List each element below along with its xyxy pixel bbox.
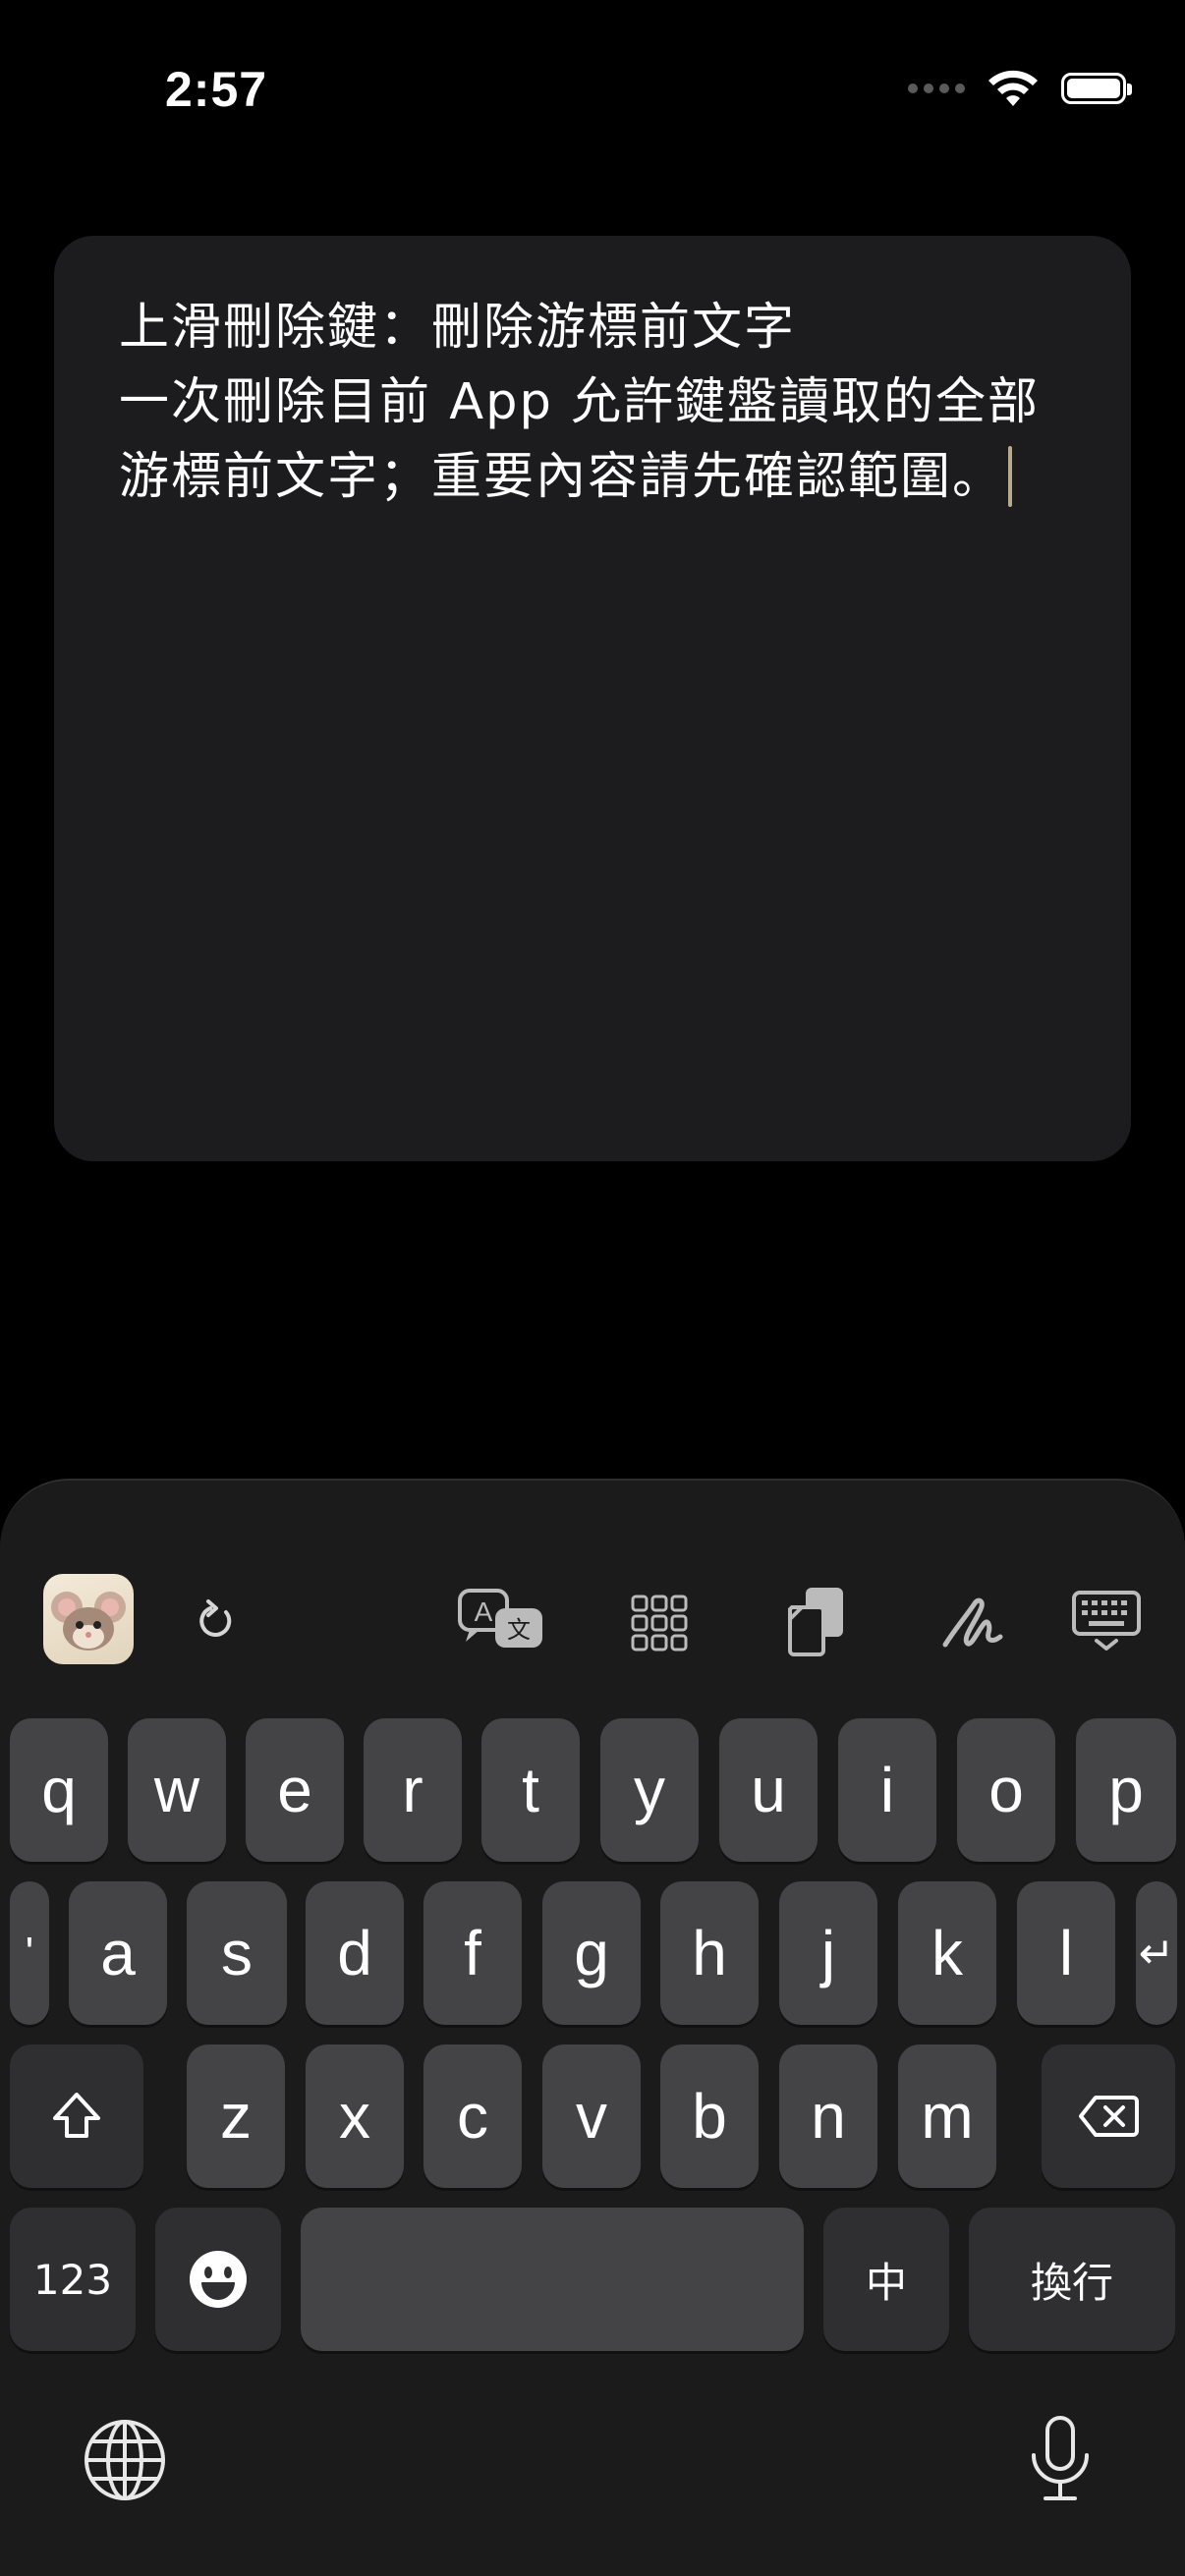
clipboard-icon[interactable] — [784, 1585, 849, 1657]
battery-icon — [1061, 73, 1132, 104]
delete-backspace-icon — [1079, 2096, 1139, 2137]
key-p[interactable]: p — [1076, 1718, 1176, 1862]
return-symbol-key[interactable]: ↵ — [1136, 1881, 1177, 2025]
key-k[interactable]: k — [898, 1881, 996, 2025]
return-key[interactable]: 換行 — [969, 2208, 1175, 2351]
key-l[interactable]: l — [1017, 1881, 1115, 2025]
svg-text:A: A — [475, 1596, 493, 1627]
globe-icon[interactable] — [83, 2418, 167, 2506]
key-x[interactable]: x — [306, 2044, 404, 2188]
numbers-key[interactable]: 123 — [10, 2208, 136, 2351]
shift-key[interactable] — [10, 2044, 143, 2188]
key-s[interactable]: s — [187, 1881, 287, 2025]
svg-text:文: 文 — [507, 1616, 531, 1644]
translate-icon[interactable]: A 文 — [456, 1587, 546, 1655]
key-n[interactable]: n — [779, 2044, 877, 2188]
text-cursor — [1008, 446, 1013, 507]
key-o[interactable]: o — [957, 1718, 1055, 1862]
key-h[interactable]: h — [660, 1881, 759, 2025]
emoji-icon — [190, 2251, 247, 2308]
shift-arrow-icon — [53, 2093, 100, 2138]
key-c[interactable]: c — [423, 2044, 522, 2188]
key-e[interactable]: e — [246, 1718, 344, 1862]
mouse-avatar-icon[interactable] — [43, 1574, 134, 1664]
delete-key[interactable] — [1042, 2044, 1175, 2188]
key-u[interactable]: u — [719, 1718, 818, 1862]
keyboard: A 文 q w e r t y u i o p ' a s d f g h j … — [0, 1479, 1185, 2576]
wifi-icon — [988, 70, 1038, 106]
key-i[interactable]: i — [838, 1718, 936, 1862]
grid-apps-icon[interactable] — [629, 1593, 690, 1653]
microphone-icon[interactable] — [1026, 2414, 1095, 2508]
key-t[interactable]: t — [481, 1718, 580, 1862]
text-content: 上滑刪除鍵：刪除游標前文字 一次刪除目前 App 允許鍵盤讀取的全部游標前文字；… — [119, 299, 1041, 506]
key-a[interactable]: a — [69, 1881, 167, 2025]
key-m[interactable]: m — [898, 2044, 996, 2188]
status-indicators — [908, 69, 1132, 108]
key-d[interactable]: d — [306, 1881, 404, 2025]
key-q[interactable]: q — [10, 1718, 108, 1862]
refresh-icon[interactable] — [193, 1596, 240, 1644]
key-f[interactable]: f — [423, 1881, 522, 2025]
cellular-signal-icon — [908, 84, 965, 93]
key-j[interactable]: j — [779, 1881, 877, 2025]
key-apostrophe[interactable]: ' — [10, 1881, 49, 2025]
key-y[interactable]: y — [600, 1718, 699, 1862]
key-r[interactable]: r — [364, 1718, 462, 1862]
space-key[interactable] — [301, 2208, 804, 2351]
key-b[interactable]: b — [660, 2044, 759, 2188]
key-z[interactable]: z — [187, 2044, 285, 2188]
status-time: 2:57 — [165, 62, 268, 117]
handwriting-icon[interactable] — [941, 1593, 1004, 1653]
key-v[interactable]: v — [542, 2044, 641, 2188]
hide-keyboard-icon[interactable] — [1071, 1589, 1142, 1653]
emoji-key[interactable] — [155, 2208, 281, 2351]
text-input-area[interactable]: 上滑刪除鍵：刪除游標前文字 一次刪除目前 App 允許鍵盤讀取的全部游標前文字；… — [54, 236, 1131, 1161]
key-g[interactable]: g — [542, 1881, 641, 2025]
key-w[interactable]: w — [128, 1718, 226, 1862]
language-key[interactable]: 中 — [823, 2208, 949, 2351]
